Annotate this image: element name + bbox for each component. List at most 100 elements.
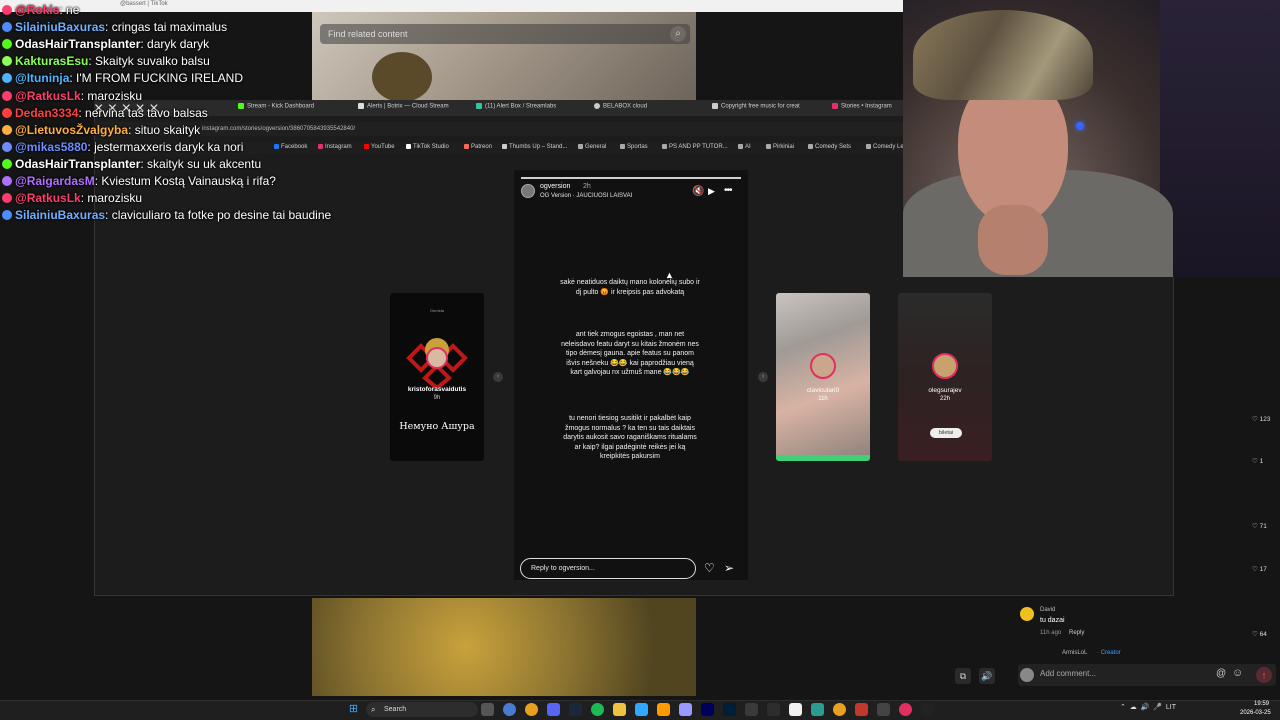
- chat-username: @mikas5880: [15, 139, 88, 154]
- chat-badge-icon: [2, 22, 12, 33]
- chat-text: : Skaityk suvalko balsu: [88, 54, 210, 69]
- bookmark-folder-pirkiniai[interactable]: Pirkiniai: [766, 144, 794, 150]
- background-video-bottom: [312, 598, 696, 696]
- tab-instagram-stories[interactable]: Stories • Instagram: [832, 103, 892, 110]
- audition-icon[interactable]: [701, 703, 714, 716]
- chat-username: SilainiuBaxuras: [15, 208, 106, 223]
- tab-copyright-music[interactable]: Copyright free music for creat: [712, 103, 800, 110]
- mute-icon[interactable]: 🔇: [692, 186, 704, 197]
- bookmark-folder-comedy-le[interactable]: Comedy Le: [866, 144, 904, 150]
- chat-username: SilainiuBaxuras: [15, 20, 106, 35]
- story-song[interactable]: OG Version · JAUCIUOSI LAISVAI: [540, 193, 632, 199]
- bookmark-folder-sportas[interactable]: Sportas: [620, 144, 648, 150]
- comment-like-count[interactable]: ♡ 64: [1252, 630, 1267, 638]
- post-comment-icon[interactable]: ↑: [1256, 667, 1272, 683]
- obs-icon[interactable]: [767, 703, 780, 716]
- tab-belabox[interactable]: BELABOX cloud: [594, 103, 647, 110]
- discord-icon[interactable]: [547, 703, 560, 716]
- play-icon[interactable]: ▶: [708, 186, 715, 197]
- chat-text: : situo skaityk: [128, 122, 201, 137]
- emoji-icon[interactable]: ☺: [1232, 667, 1243, 679]
- search-icon[interactable]: ⌕: [670, 26, 686, 42]
- chat-badge-icon: [2, 210, 12, 221]
- steam-icon[interactable]: [569, 703, 582, 716]
- tab-streamlabs[interactable]: (11) Alert Box / Streamlabs: [476, 103, 556, 110]
- story-avatar: [426, 347, 448, 369]
- side-story-left[interactable]: Gemida kristoforasvaidutis 9h Немуно Ашу…: [390, 293, 484, 461]
- chat-message: @RatkusLk: marozisku: [2, 88, 142, 104]
- folder-icon: [738, 144, 743, 149]
- tiktok-icon[interactable]: [921, 703, 934, 716]
- chrome-icon[interactable]: [525, 703, 538, 716]
- comment-like-count[interactable]: ♡ 17: [1252, 565, 1267, 573]
- chat-message: @Rokis: ne: [2, 2, 79, 18]
- next-story-icon[interactable]: ›: [758, 372, 768, 382]
- previous-story-icon[interactable]: ‹: [493, 372, 503, 382]
- language-indicator[interactable]: LIT: [1166, 704, 1176, 711]
- folder-icon: [620, 144, 625, 149]
- capcut-icon[interactable]: [789, 703, 802, 716]
- side-story-right-1[interactable]: claviculari0 11h: [776, 293, 870, 461]
- copilot-icon[interactable]: [503, 703, 516, 716]
- volume-icon[interactable]: 🔊: [979, 668, 995, 684]
- bookmark-folder-general[interactable]: General: [578, 144, 606, 150]
- illustrator-icon[interactable]: [657, 703, 670, 716]
- story-green-strip: [776, 455, 870, 461]
- recording-icon[interactable]: [899, 703, 912, 716]
- chat-text: : I'M FROM FUCKING IRELAND: [69, 71, 244, 86]
- story-user-avatar[interactable]: [521, 184, 535, 198]
- spotify-icon[interactable]: [591, 703, 604, 716]
- clock-date[interactable]: 2026-03-25: [1240, 710, 1271, 716]
- more-options-icon[interactable]: •••: [724, 185, 732, 196]
- app-icon[interactable]: [811, 703, 824, 716]
- send-icon[interactable]: ➢: [724, 561, 734, 575]
- bookmark-folder-ps-pp[interactable]: PS AND PP TUTOR...: [662, 144, 728, 150]
- taskbar-search[interactable]: ⌕ Search: [366, 702, 478, 717]
- comment-like-count[interactable]: ♡ 1: [1252, 457, 1263, 465]
- chat-username: @RatkusLk: [15, 191, 81, 206]
- reply-username[interactable]: ArmisLoL: [1062, 650, 1087, 656]
- add-comment-input[interactable]: Add comment...: [1040, 669, 1096, 678]
- chat-message: @LietuvosŽvalgyba: situo skaityk: [2, 122, 200, 138]
- chat-message: OdasHairTransplanter: skaityk su uk akce…: [2, 156, 261, 172]
- comment-reply-button[interactable]: Reply: [1069, 630, 1084, 636]
- chat-message: OdasHairTransplanter: daryk daryk: [2, 36, 209, 52]
- side-story-right-2[interactable]: olegsurajev 22h biletai: [898, 293, 992, 461]
- windows-start-icon[interactable]: ⊞: [347, 703, 360, 716]
- mention-icon[interactable]: @: [1216, 668, 1226, 679]
- system-tray[interactable]: ⌃ ☁ 🔊 🎤 LIT: [1120, 703, 1176, 711]
- app-icon[interactable]: [745, 703, 758, 716]
- bookmark-label: General: [585, 144, 607, 151]
- clock-time[interactable]: 19:59: [1254, 701, 1269, 707]
- bookmark-label: AI: [745, 144, 751, 151]
- story-username[interactable]: ogversion: [540, 183, 570, 190]
- premiere-icon[interactable]: [723, 703, 736, 716]
- story-reply-input[interactable]: Reply to ogversion...: [520, 558, 696, 579]
- stream-chat-overlay: @Rokis: ne SilainiuBaxuras: cringas tai m…: [0, 0, 480, 225]
- file-explorer-icon[interactable]: [481, 703, 494, 716]
- app-icon[interactable]: [877, 703, 890, 716]
- folder-icon[interactable]: [613, 703, 626, 716]
- comment-username[interactable]: David: [1040, 607, 1055, 613]
- chat-username: OdasHairTransplanter: [15, 156, 141, 171]
- chrome-icon[interactable]: [833, 703, 846, 716]
- bookmark-folder-ai[interactable]: AI: [738, 144, 751, 150]
- folder-icon: [578, 144, 583, 149]
- add-comment-bar[interactable]: Add comment... @ ☺ ↑: [1018, 664, 1276, 686]
- pip-icon[interactable]: ⧉: [955, 668, 971, 684]
- comment-like-count[interactable]: ♡ 71: [1252, 522, 1267, 530]
- comment-avatar[interactable]: [1020, 607, 1034, 621]
- heart-icon[interactable]: ♡: [704, 561, 715, 575]
- bookmark-label: Pirkiniai: [773, 144, 795, 151]
- bookmark-folder-comedy-sets[interactable]: Comedy Sets: [808, 144, 851, 150]
- chat-badge-icon: [2, 193, 12, 204]
- app-icon[interactable]: [855, 703, 868, 716]
- chat-message: SilainiuBaxuras: claviculiaro ta fotke p…: [2, 207, 331, 223]
- story-username: claviculari0: [806, 387, 840, 394]
- chat-badge-icon: [2, 73, 12, 84]
- after-effects-icon[interactable]: [679, 703, 692, 716]
- story-link-sticker[interactable]: biletai: [930, 428, 962, 438]
- comment-like-count[interactable]: ♡ 123: [1252, 415, 1271, 423]
- photoshop-icon[interactable]: [635, 703, 648, 716]
- bookmark-thumbs-up[interactable]: Thumbs Up – Stand...: [502, 144, 567, 150]
